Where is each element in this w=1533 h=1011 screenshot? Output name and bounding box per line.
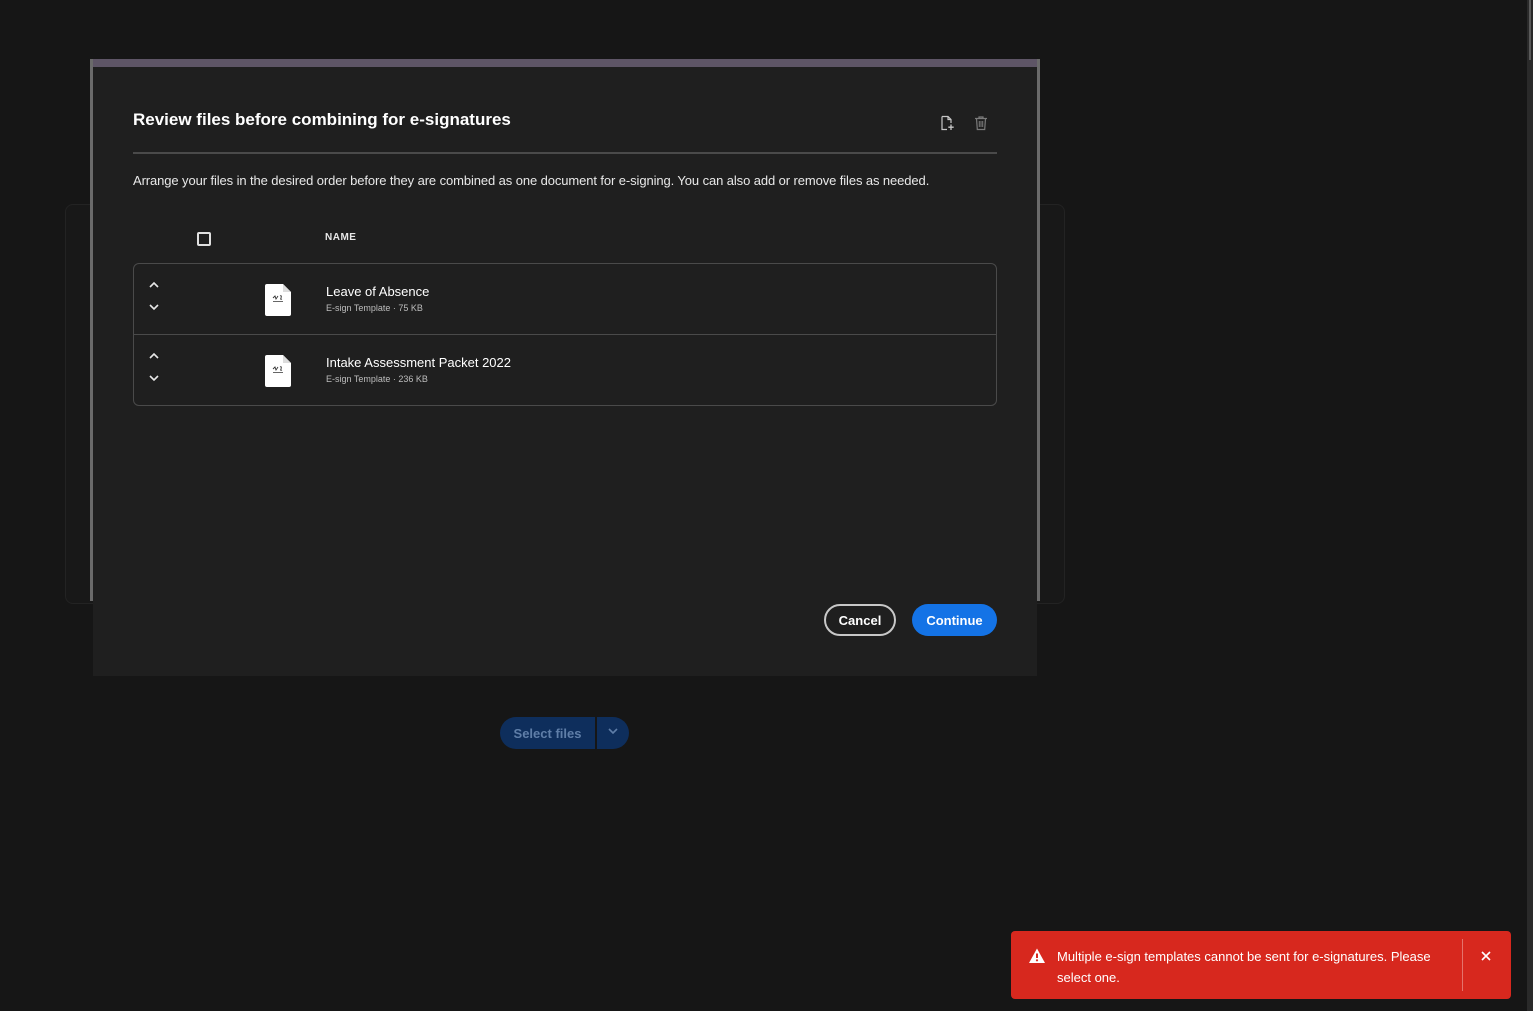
select-files-button: Select files <box>500 717 595 749</box>
warning-icon <box>1028 947 1046 965</box>
reorder-controls <box>146 278 162 314</box>
select-files-dropdown <box>597 717 629 749</box>
reorder-controls <box>146 349 162 385</box>
scrollbar[interactable] <box>1527 0 1533 1011</box>
close-icon[interactable] <box>1477 947 1495 965</box>
page: Select files Review files before combini… <box>0 0 1533 1011</box>
review-files-dialog: Review files before combining for e-sign… <box>93 67 1037 676</box>
dialog-title: Review files before combining for e-sign… <box>133 110 511 129</box>
modal-backdrop-edge <box>1037 59 1040 601</box>
select-all-checkbox[interactable] <box>197 232 211 246</box>
dialog-description: Arrange your files in the desired order … <box>133 173 930 188</box>
cancel-button[interactable]: Cancel <box>824 604 896 636</box>
toast-divider <box>1462 939 1463 991</box>
dialog-divider <box>133 152 997 154</box>
continue-button[interactable]: Continue <box>912 604 997 636</box>
move-up-icon[interactable] <box>146 278 162 292</box>
chevron-down-icon <box>607 724 619 742</box>
file-row[interactable]: Leave of Absence E-sign Template · 75 KB <box>134 264 996 335</box>
file-name: Intake Assessment Packet 2022 <box>326 355 511 370</box>
move-up-icon[interactable] <box>146 349 162 363</box>
modal-backdrop-strip <box>90 59 1040 67</box>
trash-icon[interactable] <box>972 114 990 132</box>
select-files-split-button: Select files <box>500 717 629 749</box>
file-name: Leave of Absence <box>326 284 430 299</box>
move-down-icon[interactable] <box>146 300 162 314</box>
move-down-icon[interactable] <box>146 371 162 385</box>
toast-message: Multiple e-sign templates cannot be sent… <box>1057 949 1431 985</box>
file-meta: E-sign Template · 75 KB <box>326 303 423 313</box>
dialog-header-actions <box>938 114 990 132</box>
esign-document-icon <box>265 355 291 387</box>
file-row[interactable]: Intake Assessment Packet 2022 E-sign Tem… <box>134 335 996 405</box>
error-toast: Multiple e-sign templates cannot be sent… <box>1011 931 1511 999</box>
name-column-header[interactable]: NAME <box>325 232 356 243</box>
add-file-icon[interactable] <box>938 114 956 132</box>
file-list: Leave of Absence E-sign Template · 75 KB <box>133 263 997 406</box>
esign-document-icon <box>265 284 291 316</box>
file-meta: E-sign Template · 236 KB <box>326 374 428 384</box>
